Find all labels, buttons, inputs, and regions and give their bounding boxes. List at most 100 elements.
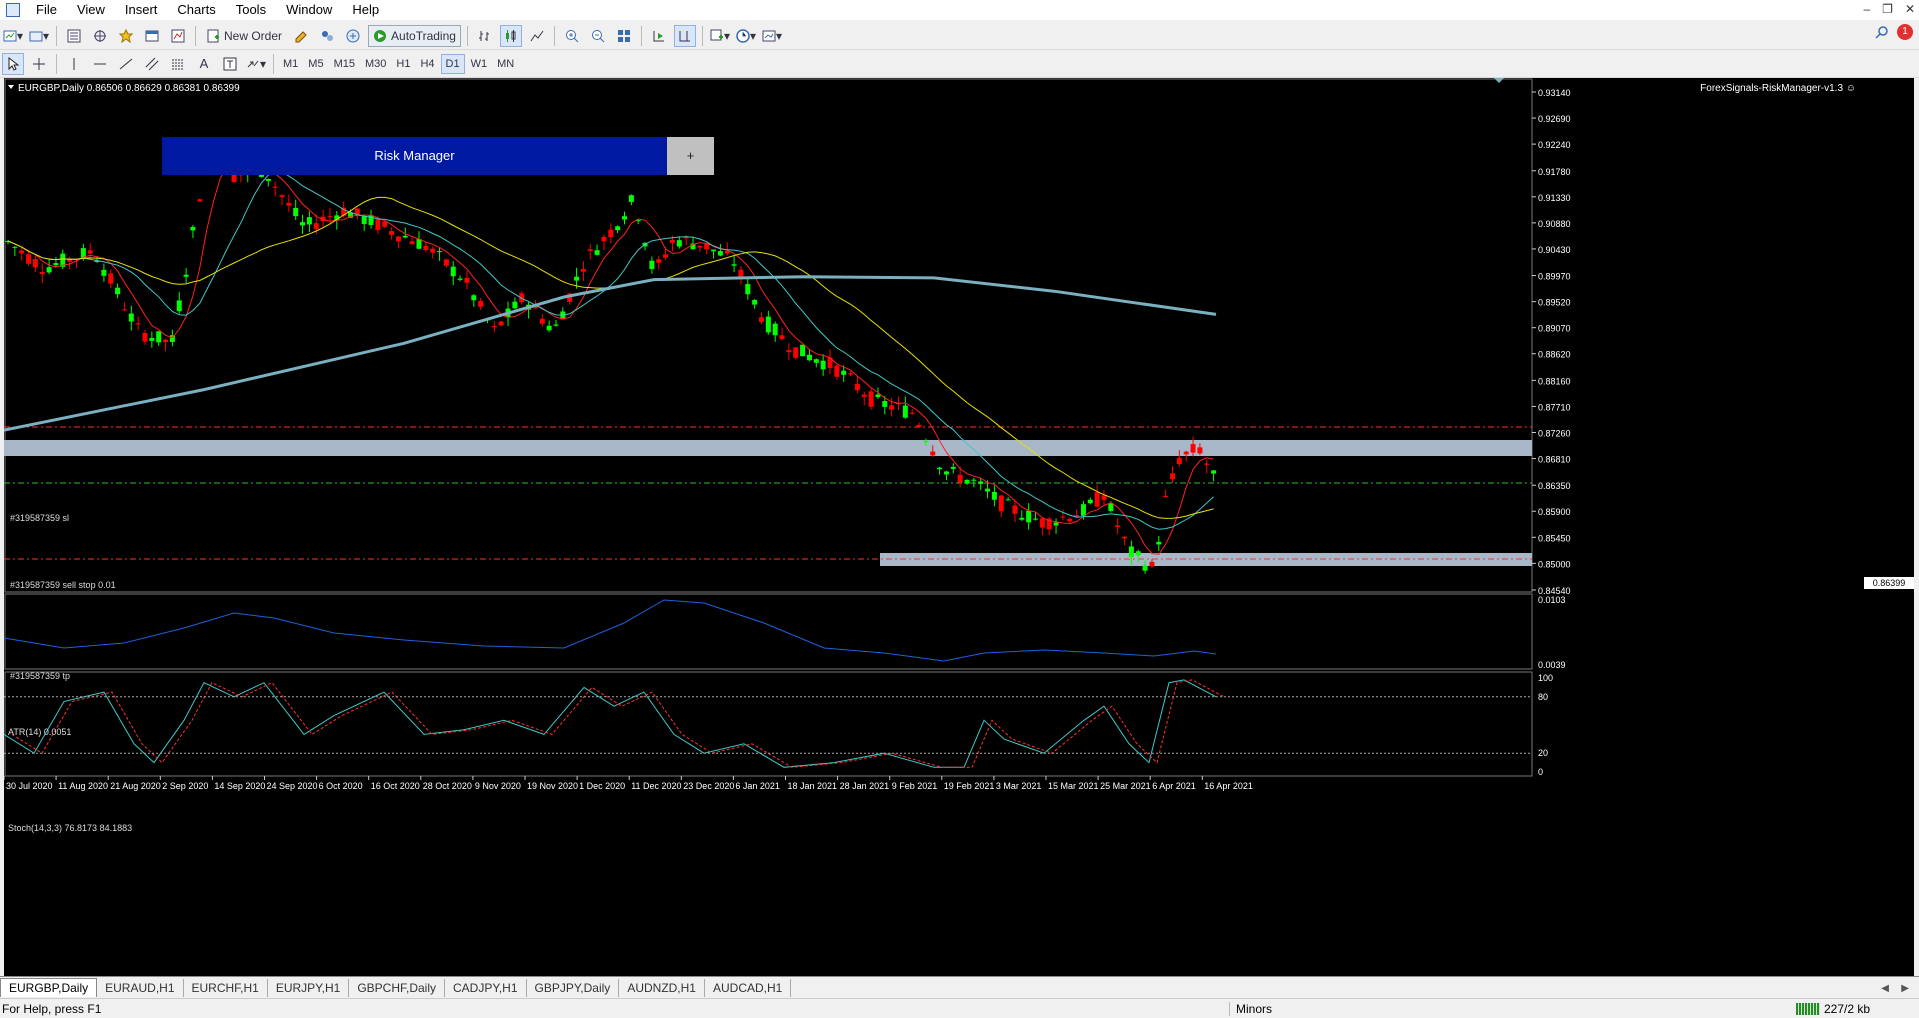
candle-body — [957, 474, 963, 483]
candle-body — [1176, 457, 1182, 465]
candle-body — [882, 401, 888, 407]
terminal-icon[interactable] — [141, 25, 163, 47]
candle-body — [889, 405, 895, 410]
timeframe-m5[interactable]: M5 — [304, 54, 327, 74]
tab-gbpjpy-daily[interactable]: GBPJPY,Daily — [527, 979, 620, 997]
menu-view[interactable]: View — [67, 0, 115, 20]
line-chart-icon[interactable] — [526, 25, 548, 47]
menu-help[interactable]: Help — [342, 0, 389, 20]
risk-manager-panel[interactable]: Risk Manager + — [162, 137, 714, 175]
data-window-icon[interactable] — [89, 25, 111, 47]
vertical-line-icon[interactable] — [63, 53, 85, 75]
candle-body — [943, 471, 949, 475]
tile-windows-icon[interactable] — [613, 25, 635, 47]
candle-body — [395, 236, 401, 242]
horizontal-line-icon[interactable] — [89, 53, 111, 75]
tab-euraud-h1[interactable]: EURAUD,H1 — [97, 979, 184, 997]
timeframe-h4[interactable]: H4 — [416, 54, 438, 74]
risk-manager-expand-button[interactable]: + — [667, 137, 714, 175]
candle-body — [1149, 561, 1155, 567]
candle-body — [711, 249, 717, 252]
candle-body — [1087, 499, 1093, 504]
atr-tick-label: 0.0039 — [1538, 660, 1566, 670]
metatrader-app-icon[interactable] — [6, 3, 20, 17]
tab-audnzd-h1[interactable]: AUDNZD,H1 — [619, 979, 705, 997]
candle-body — [135, 323, 141, 325]
periods-icon[interactable]: ▾ — [735, 25, 757, 47]
timeframe-m15[interactable]: M15 — [330, 54, 359, 74]
candle-body — [793, 347, 799, 358]
autotrading-button[interactable]: AutoTrading — [368, 24, 461, 47]
market-watch-icon[interactable] — [63, 25, 85, 47]
menu-charts[interactable]: Charts — [167, 0, 225, 20]
candle-body — [197, 199, 203, 202]
candle-body — [916, 424, 922, 427]
status-profile[interactable]: Minors — [1229, 1002, 1272, 1016]
candle-body — [998, 495, 1004, 512]
indicators-icon[interactable]: ▾ — [709, 25, 731, 47]
candle-body — [1039, 518, 1045, 528]
navigator-icon[interactable] — [115, 25, 137, 47]
timeframe-mn[interactable]: MN — [493, 54, 518, 74]
strategy-tester-icon[interactable] — [167, 25, 189, 47]
equidistant-channel-icon[interactable] — [141, 53, 163, 75]
candle-body — [622, 216, 627, 220]
candle-body — [416, 238, 422, 249]
candle-body — [985, 488, 991, 492]
risk-manager-title[interactable]: Risk Manager — [162, 137, 667, 175]
candlestick-chart-icon[interactable] — [499, 24, 522, 47]
market-icon[interactable] — [342, 25, 364, 47]
chart-shift-icon[interactable] — [673, 24, 696, 47]
zoom-out-icon[interactable] — [587, 25, 609, 47]
tab-gbpchf-daily[interactable]: GBPCHF,Daily — [349, 979, 446, 997]
candle-body — [286, 202, 292, 206]
tabs-scroll-left-icon[interactable]: ◀ — [1881, 983, 1889, 994]
metaeditor-icon[interactable] — [290, 25, 312, 47]
tabs-scroll-right-icon[interactable]: ▶ — [1901, 983, 1909, 994]
text-label-icon[interactable] — [219, 53, 241, 75]
timeframe-m30[interactable]: M30 — [361, 54, 390, 74]
crosshair-icon[interactable] — [28, 53, 50, 75]
cursor-icon[interactable] — [2, 52, 24, 75]
candle-body — [861, 394, 867, 397]
fibonacci-icon[interactable] — [167, 53, 189, 75]
templates-icon[interactable]: ▾ — [761, 25, 783, 47]
price-tick-label: 0.92240 — [1538, 140, 1571, 150]
restore-icon[interactable]: ❐ — [1882, 2, 1893, 16]
timeframe-w1[interactable]: W1 — [467, 54, 492, 74]
price-chart[interactable]: 0.93140 0.92690 0.92240 0.91780 0.91330 0.908… — [3, 78, 1914, 976]
search-icon[interactable] — [1875, 25, 1889, 42]
new-order-button[interactable]: New Order — [202, 25, 286, 47]
date-tick-label: 25 Mar 2021 — [1100, 781, 1151, 791]
minimize-icon[interactable]: – — [1863, 2, 1870, 16]
tab-audcad-h1[interactable]: AUDCAD,H1 — [705, 979, 792, 997]
price-tick-label: 0.85000 — [1538, 559, 1571, 569]
tab-cadjpy-h1[interactable]: CADJPY,H1 — [445, 979, 527, 997]
tab-eurgbp-daily[interactable]: EURGBP,Daily — [0, 978, 98, 997]
tab-eurchf-h1[interactable]: EURCHF,H1 — [184, 979, 268, 997]
text-icon[interactable]: A — [193, 53, 215, 75]
arrows-icon[interactable]: ▾ — [245, 53, 267, 75]
menu-window[interactable]: Window — [276, 0, 342, 20]
signals-icon[interactable] — [316, 25, 338, 47]
close-icon[interactable]: ✕ — [1905, 2, 1915, 16]
new-chart-button[interactable]: ▾ — [2, 25, 24, 47]
chart-window[interactable]: 0.93140 0.92690 0.92240 0.91780 0.91330 0.908… — [3, 78, 1914, 976]
date-tick-label: 6 Jan 2021 — [735, 781, 780, 791]
candle-body — [991, 491, 997, 500]
menu-tools[interactable]: Tools — [226, 0, 276, 20]
menu-insert[interactable]: Insert — [115, 0, 168, 20]
bar-chart-icon[interactable] — [474, 25, 496, 47]
zoom-in-icon[interactable] — [561, 25, 583, 47]
timeframe-d1[interactable]: D1 — [440, 53, 465, 74]
price-tick-label: 0.90880 — [1538, 219, 1571, 229]
menu-file[interactable]: File — [26, 0, 67, 20]
trendline-icon[interactable] — [115, 53, 137, 75]
notifications-icon[interactable]: 1 — [1897, 24, 1913, 40]
profiles-button[interactable]: ▾ — [28, 25, 50, 47]
auto-scroll-icon[interactable] — [648, 25, 670, 47]
timeframe-m1[interactable]: M1 — [279, 54, 302, 74]
tab-eurjpy-h1[interactable]: EURJPY,H1 — [268, 979, 350, 997]
status-traffic: 227/2 kb — [1796, 1002, 1870, 1016]
timeframe-h1[interactable]: H1 — [392, 54, 414, 74]
